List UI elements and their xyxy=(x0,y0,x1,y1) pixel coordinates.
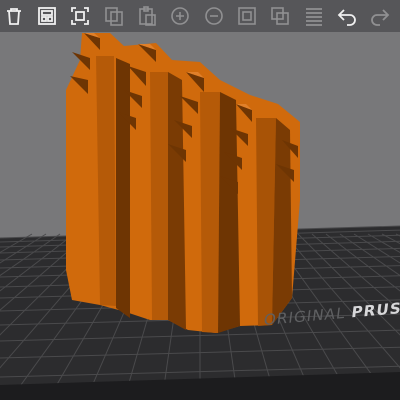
remove-instance-icon xyxy=(204,7,223,25)
add-instance-button[interactable] xyxy=(167,2,194,30)
scene-canvas[interactable] xyxy=(0,0,400,400)
copy-button[interactable] xyxy=(100,2,127,30)
column-shadow-2 xyxy=(116,58,130,318)
paste-icon xyxy=(139,6,156,26)
undo-icon xyxy=(337,9,356,26)
arrange-button[interactable] xyxy=(33,2,60,30)
column-shadow-3 xyxy=(150,72,168,320)
remove-instance-button[interactable] xyxy=(200,2,227,30)
layers-icon xyxy=(305,8,322,26)
column-shadow-5 xyxy=(200,92,220,333)
paste-button[interactable] xyxy=(133,2,160,30)
top-toolbar xyxy=(0,0,400,32)
trash-icon xyxy=(6,8,21,25)
printed-model[interactable] xyxy=(66,33,300,333)
split-to-objects-button[interactable] xyxy=(233,2,260,30)
delete-all-button[interactable] xyxy=(0,2,27,30)
split-to-parts-button[interactable] xyxy=(267,2,294,30)
split-parts-icon xyxy=(271,7,290,25)
split-objects-icon xyxy=(238,7,256,25)
add-instance-icon xyxy=(171,7,190,25)
layers-editing-button[interactable] xyxy=(300,2,327,30)
undo-button[interactable] xyxy=(333,2,360,30)
copy-icon xyxy=(104,7,123,26)
redo-icon xyxy=(371,9,390,26)
split-button[interactable] xyxy=(67,2,94,30)
split-icon xyxy=(71,7,90,25)
redo-button[interactable] xyxy=(367,2,394,30)
arrange-icon xyxy=(38,7,56,25)
3d-viewport[interactable]: ORIGINAL PRUSA xyxy=(0,0,400,400)
